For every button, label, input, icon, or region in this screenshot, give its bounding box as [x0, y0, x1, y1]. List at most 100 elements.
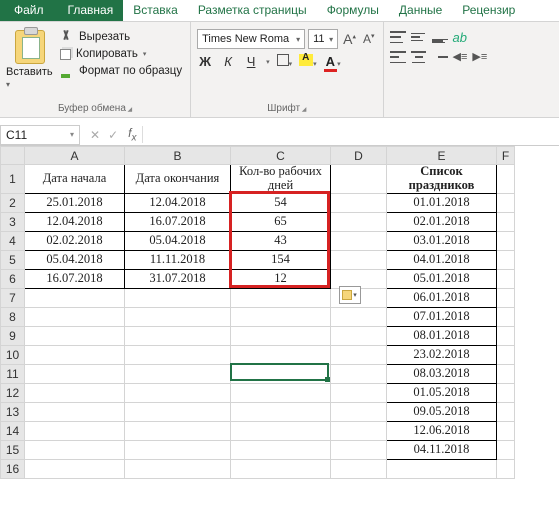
cell[interactable]: 54 — [231, 193, 331, 212]
cell[interactable] — [331, 383, 387, 402]
row-header[interactable]: 2 — [1, 193, 25, 212]
cell[interactable]: 01.01.2018 — [387, 193, 497, 212]
tab-formulas[interactable]: Формулы — [317, 0, 389, 21]
cell[interactable] — [231, 326, 331, 345]
chevron-down-icon[interactable]: ▾ — [337, 61, 341, 68]
tab-data[interactable]: Данные — [389, 0, 452, 21]
borders-button[interactable] — [277, 54, 289, 66]
cell[interactable]: Дата начала — [25, 165, 125, 194]
cell[interactable] — [25, 440, 125, 459]
cell[interactable] — [125, 364, 231, 383]
col-header-C[interactable]: C — [231, 147, 331, 165]
decrease-indent-button[interactable]: ◀≡ — [453, 50, 468, 64]
cell[interactable]: 43 — [231, 231, 331, 250]
decrease-font-button[interactable]: A▾ — [361, 32, 377, 46]
tab-home[interactable]: Главная — [58, 0, 124, 21]
cell[interactable]: 02.02.2018 — [25, 231, 125, 250]
font-color-button[interactable]: A — [324, 54, 337, 72]
col-header-B[interactable]: B — [125, 147, 231, 165]
cell[interactable]: Список праздников — [387, 165, 497, 194]
cell[interactable] — [25, 288, 125, 307]
cell[interactable]: Дата окончания — [125, 165, 231, 194]
cell[interactable] — [231, 364, 331, 383]
underline-button[interactable]: Ч — [243, 54, 259, 69]
cell[interactable]: 23.02.2018 — [387, 345, 497, 364]
cell[interactable] — [125, 459, 231, 478]
increase-font-button[interactable]: A▴ — [341, 31, 358, 47]
cell[interactable]: 11.11.2018 — [125, 250, 231, 269]
cell[interactable] — [231, 402, 331, 421]
cell[interactable] — [331, 231, 387, 250]
cell[interactable]: 05.04.2018 — [25, 250, 125, 269]
cell[interactable] — [497, 440, 515, 459]
paste-options-button[interactable]: ▾ — [339, 286, 361, 304]
align-center-button[interactable] — [411, 50, 427, 64]
cell[interactable]: 25.01.2018 — [25, 193, 125, 212]
copy-button[interactable]: Копировать ▾ — [60, 48, 182, 60]
cell[interactable] — [231, 440, 331, 459]
row-header[interactable]: 1 — [1, 165, 25, 194]
cancel-formula-button[interactable]: ✕ — [90, 128, 100, 142]
cell[interactable]: 02.01.2018 — [387, 212, 497, 231]
cell[interactable]: 04.11.2018 — [387, 440, 497, 459]
row-header[interactable]: 4 — [1, 231, 25, 250]
cell[interactable]: 12.04.2018 — [125, 193, 231, 212]
row-header[interactable]: 3 — [1, 212, 25, 231]
cell[interactable] — [25, 402, 125, 421]
align-bottom-button[interactable] — [432, 30, 448, 44]
name-box[interactable]: C11 ▾ — [0, 125, 80, 145]
row-header[interactable]: 14 — [1, 421, 25, 440]
cell[interactable]: 154 — [231, 250, 331, 269]
cell[interactable] — [497, 421, 515, 440]
cell[interactable] — [387, 459, 497, 478]
cell[interactable] — [331, 212, 387, 231]
tab-insert[interactable]: Вставка — [123, 0, 188, 21]
cell[interactable]: 09.05.2018 — [387, 402, 497, 421]
cell[interactable] — [331, 364, 387, 383]
row-header[interactable]: 10 — [1, 345, 25, 364]
cell[interactable] — [125, 345, 231, 364]
cell[interactable] — [231, 421, 331, 440]
paste-button[interactable]: Вставить — [6, 26, 54, 101]
cell[interactable] — [25, 345, 125, 364]
cell[interactable] — [25, 459, 125, 478]
cell[interactable]: 08.01.2018 — [387, 326, 497, 345]
select-all-button[interactable] — [1, 147, 25, 165]
cell[interactable] — [331, 440, 387, 459]
worksheet-grid[interactable]: A B C D E F 1Дата началаДата окончанияКо… — [0, 146, 559, 479]
chevron-down-icon[interactable]: ▾ — [313, 61, 317, 68]
cell[interactable] — [125, 421, 231, 440]
cell[interactable] — [125, 383, 231, 402]
cell[interactable]: 05.04.2018 — [125, 231, 231, 250]
cell[interactable]: 08.03.2018 — [387, 364, 497, 383]
align-top-button[interactable] — [390, 30, 406, 44]
cell[interactable] — [497, 364, 515, 383]
row-header[interactable]: 15 — [1, 440, 25, 459]
cell[interactable] — [125, 288, 231, 307]
font-size-combo[interactable]: 11 ▾ — [308, 29, 338, 49]
cell[interactable] — [497, 383, 515, 402]
col-header-E[interactable]: E — [387, 147, 497, 165]
cell[interactable] — [497, 269, 515, 288]
cell[interactable] — [497, 193, 515, 212]
italic-button[interactable]: К — [220, 54, 236, 69]
cell[interactable] — [331, 307, 387, 326]
dialog-launcher-icon[interactable] — [126, 103, 132, 114]
cell[interactable] — [497, 345, 515, 364]
cell[interactable] — [331, 459, 387, 478]
orientation-button[interactable]: ab — [453, 30, 467, 45]
row-header[interactable]: 5 — [1, 250, 25, 269]
font-name-combo[interactable]: Times New Roma ▾ — [197, 29, 305, 49]
cell[interactable] — [231, 345, 331, 364]
col-header-A[interactable]: A — [25, 147, 125, 165]
cell[interactable]: 16.07.2018 — [125, 212, 231, 231]
cell[interactable]: 07.01.2018 — [387, 307, 497, 326]
cell[interactable] — [231, 459, 331, 478]
fx-icon[interactable]: fx — [128, 126, 143, 143]
cell[interactable] — [25, 383, 125, 402]
cell[interactable] — [25, 421, 125, 440]
cell[interactable] — [497, 307, 515, 326]
row-header[interactable]: 6 — [1, 269, 25, 288]
align-middle-button[interactable] — [411, 30, 427, 44]
dialog-launcher-icon[interactable] — [300, 103, 306, 114]
